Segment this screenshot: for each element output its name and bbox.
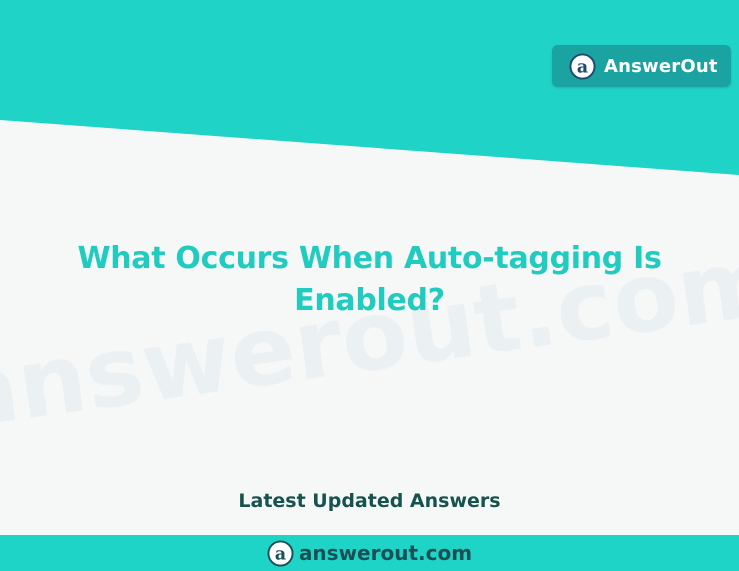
footer-bar: a answerout.com <box>0 535 739 571</box>
answerout-a-logo-icon: a <box>267 539 294 567</box>
svg-text:a: a <box>577 57 588 77</box>
answerout-a-logo-icon: a <box>569 52 596 80</box>
question-title: What Occurs When Auto-tagging Is Enabled… <box>77 241 662 318</box>
brand-name: AnswerOut <box>604 55 718 77</box>
latest-answers-label: Latest Updated Answers <box>238 490 501 512</box>
svg-text:a: a <box>275 544 286 564</box>
brand-badge[interactable]: a AnswerOut <box>552 45 731 87</box>
footer-domain[interactable]: answerout.com <box>299 541 472 565</box>
